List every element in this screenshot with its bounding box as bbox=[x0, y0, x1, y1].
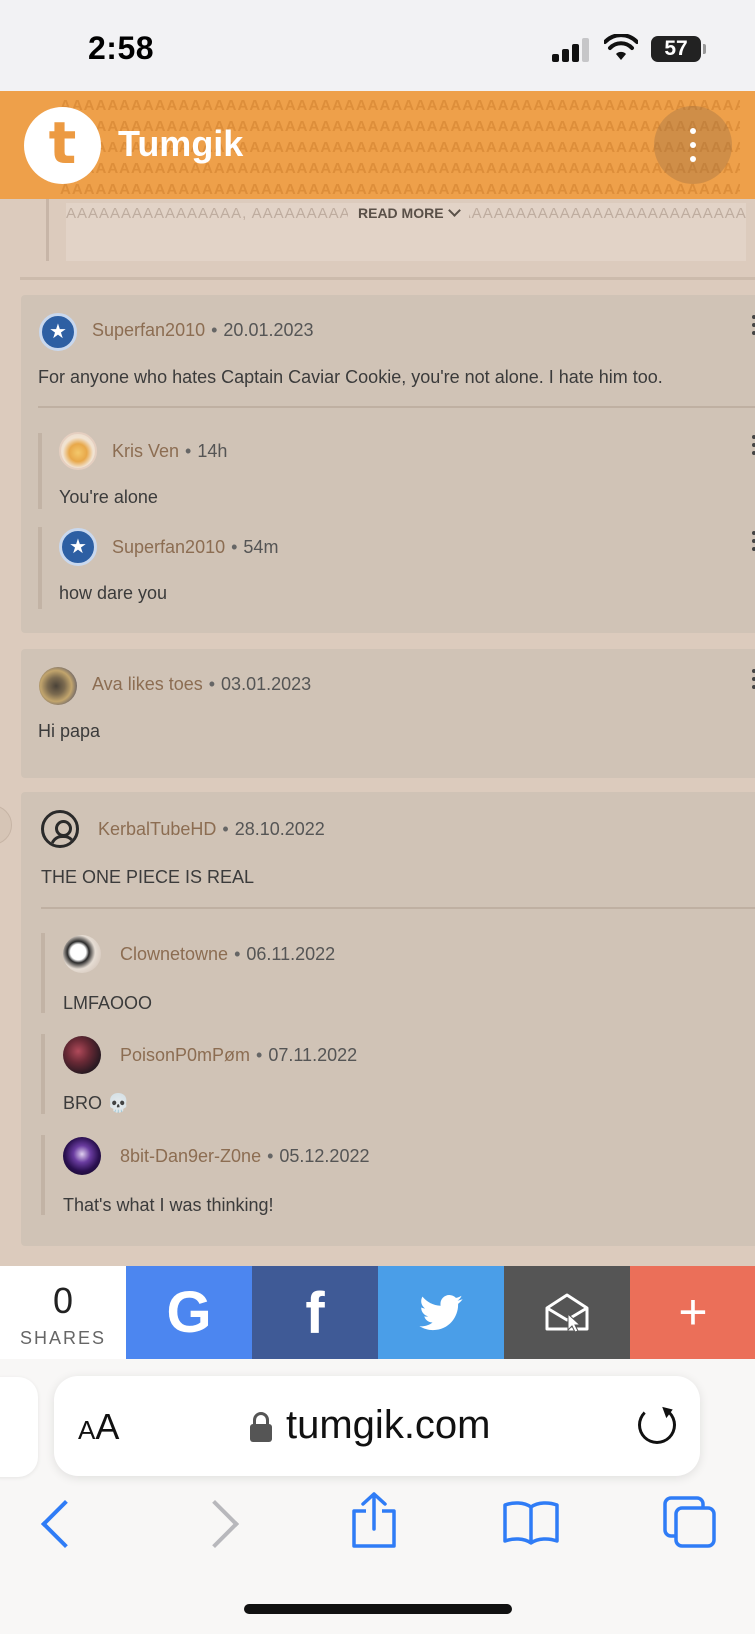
comment-date: 03.01.2023 bbox=[221, 674, 312, 694]
default-user-icon[interactable] bbox=[41, 810, 79, 848]
status-bar: 2:58 57 bbox=[0, 0, 755, 91]
more-options-button[interactable] bbox=[654, 106, 732, 184]
reply-indent-bar bbox=[38, 433, 42, 509]
app-header: AAAAAAAAAAAAAAAAAAAAAAAAAAAAAAAAAAAAAAAA… bbox=[0, 91, 755, 199]
reply-text: how dare you bbox=[59, 583, 168, 603]
user-avatar[interactable] bbox=[63, 1036, 101, 1074]
reply-indent-bar bbox=[38, 527, 42, 609]
browser-toolbar: AA tumgik.com bbox=[0, 1359, 755, 1634]
user-avatar[interactable] bbox=[63, 1137, 101, 1175]
reply-meta: Superfan2010 • 54m bbox=[112, 537, 279, 557]
comment-text: Hi papa bbox=[38, 721, 101, 741]
reply-meta: 8bit-Dan9er-Z0ne • 05.12.2022 bbox=[120, 1146, 370, 1166]
address-bar[interactable]: AA tumgik.com bbox=[54, 1376, 700, 1476]
comment-card: KerbalTubeHD • 28.10.2022 THE ONE PIECE IS… bbox=[21, 792, 755, 1246]
tabs-icon[interactable] bbox=[662, 1495, 718, 1549]
reload-icon[interactable] bbox=[638, 1406, 676, 1444]
comment-text: For anyone who hates Captain Caviar Cook… bbox=[38, 367, 663, 387]
reply-author[interactable]: PoisonP0mPøm bbox=[120, 1045, 250, 1065]
url-text[interactable]: tumgik.com bbox=[286, 1403, 491, 1448]
share-count: 0 SHARES bbox=[0, 1266, 126, 1359]
reply-indent-bar bbox=[41, 1034, 45, 1114]
reply-indent-bar bbox=[41, 1135, 45, 1215]
lock-icon bbox=[250, 1412, 272, 1442]
divider bbox=[41, 907, 755, 909]
comment-author[interactable]: Ava likes toes bbox=[92, 674, 203, 694]
reader-text-size-button[interactable]: AA bbox=[78, 1406, 119, 1448]
comment-meta: KerbalTubeHD • 28.10.2022 bbox=[98, 819, 325, 839]
reply-meta: Clownetowne • 06.11.2022 bbox=[120, 944, 336, 964]
reply-date: 14h bbox=[197, 441, 228, 461]
reply-text: You're alone bbox=[59, 487, 158, 507]
comment-author[interactable]: Superfan2010 bbox=[92, 320, 205, 340]
comment-meta: Superfan2010 • 20.01.2023 bbox=[92, 320, 314, 340]
twitter-share-button[interactable] bbox=[378, 1266, 504, 1359]
comment-author[interactable]: KerbalTubeHD bbox=[98, 819, 216, 839]
user-avatar[interactable] bbox=[63, 935, 101, 973]
share-icon[interactable] bbox=[350, 1491, 398, 1549]
reply-author[interactable]: 8bit-Dan9er-Z0ne bbox=[120, 1146, 261, 1166]
chevron-down-icon bbox=[447, 204, 461, 217]
reply-indent-bar bbox=[46, 199, 49, 261]
reply-date: 54m bbox=[243, 537, 279, 557]
wifi-icon bbox=[604, 34, 638, 60]
reply-author[interactable]: Superfan2010 bbox=[112, 537, 225, 557]
reply-meta: PoisonP0mPøm • 07.11.2022 bbox=[120, 1045, 358, 1065]
comment-text: THE ONE PIECE IS REAL bbox=[41, 867, 255, 887]
side-drawer-handle[interactable] bbox=[0, 805, 12, 845]
reply-author[interactable]: Kris Ven bbox=[112, 441, 179, 461]
comment-date: 20.01.2023 bbox=[223, 320, 314, 340]
comment-meta: Ava likes toes • 03.01.2023 bbox=[92, 674, 312, 694]
reply-date: 05.12.2022 bbox=[279, 1146, 370, 1166]
reply-date: 06.11.2022 bbox=[246, 944, 336, 964]
tumgik-logo-icon[interactable]: t bbox=[24, 107, 101, 184]
cellular-signal-icon bbox=[552, 38, 592, 62]
back-button[interactable] bbox=[40, 1499, 90, 1549]
bookmarks-icon[interactable] bbox=[502, 1499, 560, 1545]
email-share-button[interactable] bbox=[504, 1266, 630, 1359]
divider bbox=[20, 277, 755, 280]
share-count-label: SHARES bbox=[19, 1328, 107, 1348]
google-share-button[interactable]: G bbox=[126, 1266, 252, 1359]
previous-comment-tail: AAAAAAAAAAAAAAAA, AAAAAAAAAAAAAAAAAAAAAA… bbox=[46, 199, 746, 265]
facebook-share-button[interactable]: f bbox=[252, 1266, 378, 1359]
previous-tab-preview[interactable] bbox=[0, 1377, 38, 1477]
more-share-button[interactable]: + bbox=[630, 1266, 755, 1359]
star-badge-icon[interactable] bbox=[59, 528, 97, 566]
twitter-bird-icon bbox=[419, 1295, 463, 1331]
app-title[interactable]: Tumgik bbox=[118, 123, 243, 165]
user-avatar[interactable] bbox=[39, 667, 77, 705]
divider bbox=[38, 406, 755, 408]
forward-button[interactable] bbox=[190, 1499, 240, 1549]
battery-icon: 57 bbox=[651, 36, 706, 62]
home-indicator bbox=[244, 1604, 512, 1614]
reply-author[interactable]: Clownetowne bbox=[120, 944, 228, 964]
read-more-button[interactable]: READ MORE bbox=[348, 204, 469, 221]
reply-indent-bar bbox=[41, 933, 45, 1013]
comment-card: Superfan2010•20.01.2023 For anyone who h… bbox=[21, 295, 755, 633]
envelope-icon bbox=[545, 1293, 589, 1333]
reply-text: That's what I was thinking! bbox=[63, 1195, 274, 1215]
comment-date: 28.10.2022 bbox=[234, 819, 325, 839]
reply-text: BRO 💀 bbox=[63, 1093, 130, 1113]
reply-text: LMFAOOO bbox=[63, 993, 153, 1013]
status-time: 2:58 bbox=[88, 30, 155, 66]
reply-meta: Kris Ven • 14h bbox=[112, 441, 228, 461]
share-count-number: 0 bbox=[52, 1280, 74, 1321]
share-bar: 0 SHARES G f + bbox=[0, 1266, 755, 1359]
comment-card: Ava likes toes • 03.01.2023 Hi papa bbox=[21, 649, 755, 778]
reply-date: 07.11.2022 bbox=[268, 1045, 358, 1065]
star-badge-icon[interactable] bbox=[39, 313, 77, 351]
user-avatar[interactable] bbox=[59, 432, 97, 470]
